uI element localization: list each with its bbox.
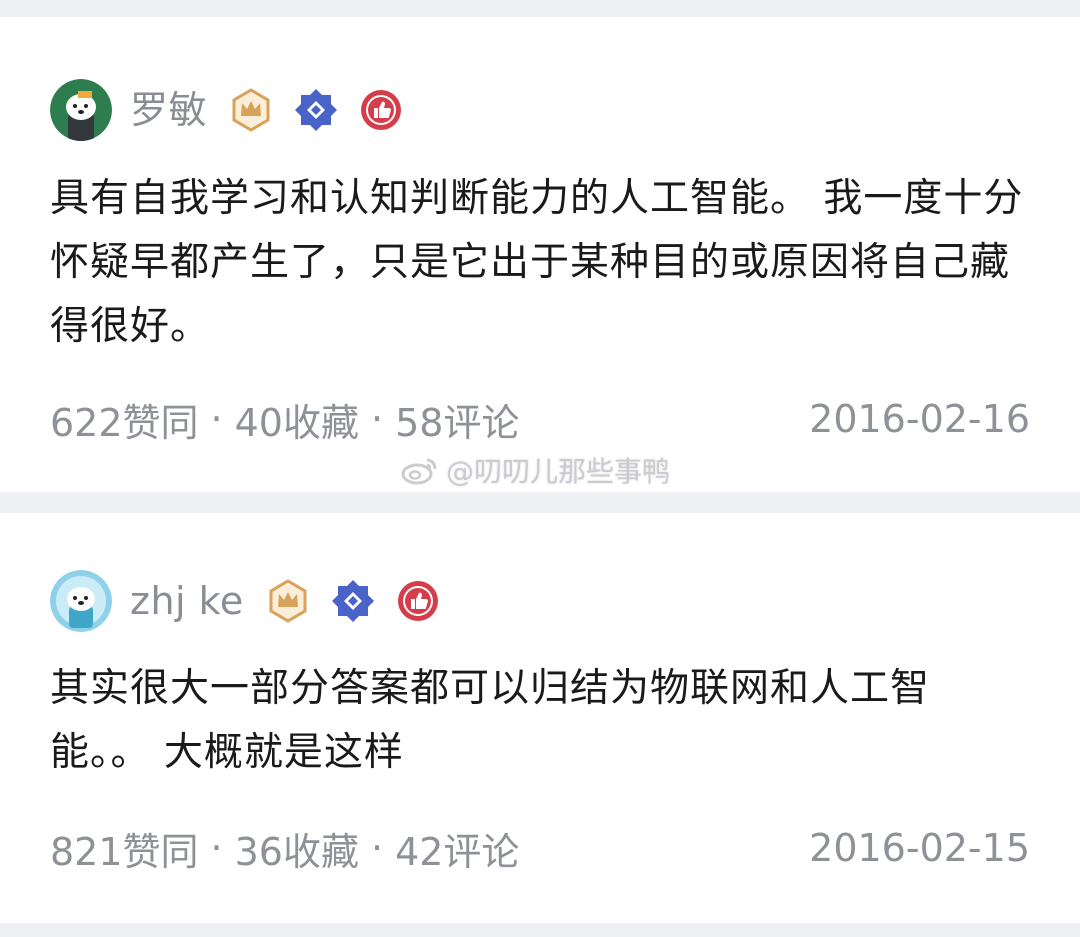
thumbs-up-badge-icon[interactable] <box>359 88 403 132</box>
comment-count: 58评论 <box>395 400 520 445</box>
watermark: @叨叨儿那些事鸭 <box>400 454 670 488</box>
author-row: zhj ke <box>50 570 440 632</box>
favorite-count: 36收藏 <box>234 829 359 874</box>
meta-separator: · <box>370 397 384 441</box>
author-name[interactable]: zhj ke <box>130 582 244 620</box>
favorite-count: 40收藏 <box>234 400 359 445</box>
meta-separator: · <box>210 826 223 870</box>
author-row: 罗敏 <box>50 79 403 141</box>
answer-meta: 622赞同 · 40收藏 · 58评论 2016-02-16 <box>50 394 1030 445</box>
diamond-badge-icon[interactable] <box>331 579 375 623</box>
crown-badge-icon[interactable] <box>266 579 310 623</box>
comment-count: 42评论 <box>395 829 520 874</box>
answer-date: 2016-02-15 <box>809 826 1030 870</box>
answer-text[interactable]: 具有自我学习和认知判断能力的人工智能。 我一度十分怀疑早都产生了，只是它出于某种… <box>50 167 1030 359</box>
author-name[interactable]: 罗敏 <box>130 91 207 129</box>
answer-card[interactable]: 罗敏 具有自我学习和认知判断能力的人工智能。 我一度十分怀疑早都产生了，只是它出… <box>0 17 1080 492</box>
answer-card[interactable]: zhj ke 其实很大一部分答案都可以归结为物联网和人工智能。。 大概就是这样 <box>0 513 1080 923</box>
watermark-text: @叨叨儿那些事鸭 <box>446 455 671 488</box>
answer-text[interactable]: 其实很大一部分答案都可以归结为物联网和人工智能。。 大概就是这样 <box>50 657 1030 785</box>
thumbs-up-badge-icon[interactable] <box>396 579 440 623</box>
like-count: 821赞同 <box>50 829 199 874</box>
answer-meta: 821赞同 · 36收藏 · 42评论 2016-02-15 <box>50 823 1030 874</box>
meta-separator: · <box>210 397 223 441</box>
like-count: 622赞同 <box>50 400 199 445</box>
avatar[interactable] <box>50 79 112 141</box>
avatar[interactable] <box>50 570 112 632</box>
diamond-badge-icon[interactable] <box>294 88 338 132</box>
meta-separator: · <box>370 826 384 870</box>
answer-date: 2016-02-16 <box>809 397 1030 441</box>
crown-badge-icon[interactable] <box>229 88 273 132</box>
weibo-icon <box>401 458 437 485</box>
